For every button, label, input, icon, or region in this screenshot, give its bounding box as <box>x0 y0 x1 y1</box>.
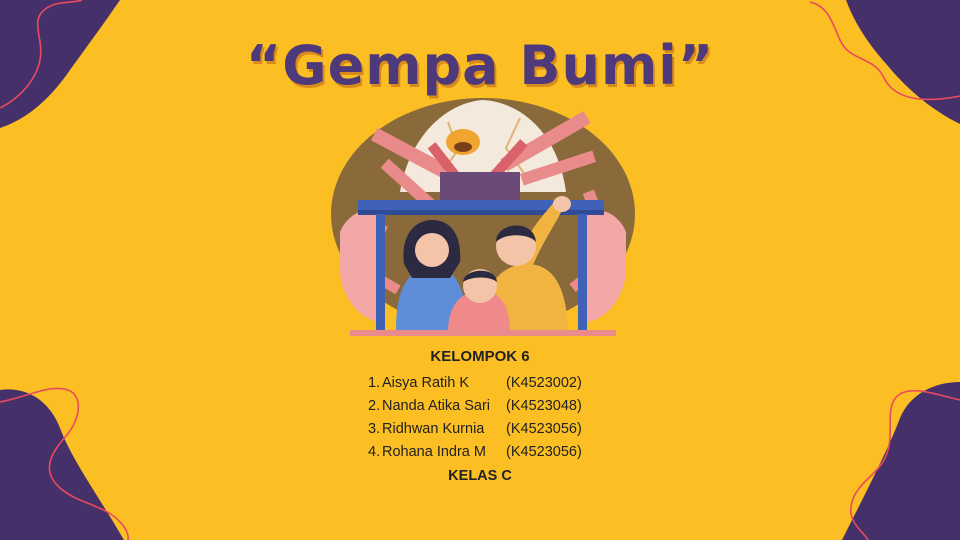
earthquake-family-illustration <box>331 98 635 336</box>
group-heading: KELOMPOK 6 <box>430 348 530 365</box>
member-name: Ridhwan Kurnia <box>382 421 485 437</box>
member-item: 2. Nanda Atika Sari (K4523048) <box>368 395 628 418</box>
member-name: Rohana Indra M <box>382 444 486 460</box>
member-item: 3. Ridhwan Kurnia (K4523056) <box>368 418 628 441</box>
member-nim: (K4523002) <box>506 375 582 391</box>
member-item: 4. Rohana Indra M (K4523056) <box>368 441 628 464</box>
member-nim: (K4523048) <box>506 398 582 414</box>
corner-decoration-bottom-left <box>0 387 129 540</box>
corner-decoration-bottom-right <box>842 382 960 540</box>
member-name: Nanda Atika Sari <box>382 398 491 414</box>
member-name: Aisya Ratih K <box>382 375 470 391</box>
slide-title: “Gempa Bumi” <box>245 34 715 97</box>
member-number: 3. <box>368 421 381 437</box>
member-list: 1. Aisya Ratih K (K4523002) 2. Nanda Ati… <box>368 372 628 464</box>
slide: “Gempa Bumi” KELOMPOK 6 1. Aisya Ratih K… <box>0 0 960 540</box>
member-number: 1. <box>368 375 381 391</box>
member-number: 2. <box>368 398 381 414</box>
member-number: 4. <box>368 444 381 460</box>
member-item: 1. Aisya Ratih K (K4523002) <box>368 372 628 395</box>
member-nim: (K4523056) <box>506 444 582 460</box>
member-nim: (K4523056) <box>506 421 582 437</box>
class-label: KELAS C <box>448 468 512 484</box>
